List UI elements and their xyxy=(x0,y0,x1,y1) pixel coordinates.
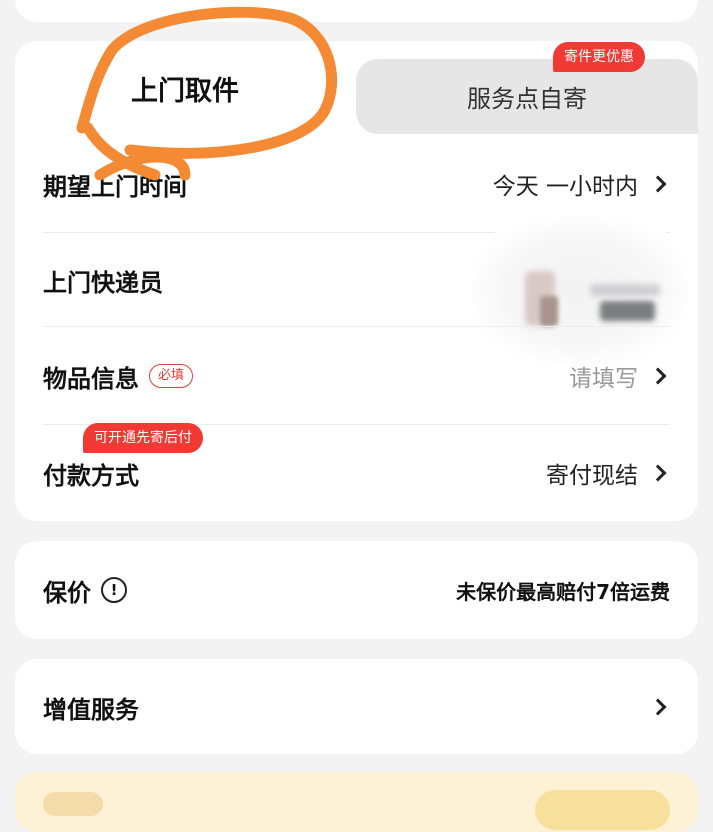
promo-button[interactable] xyxy=(535,790,670,830)
tab-door-pickup[interactable]: 上门取件 xyxy=(15,41,355,136)
previous-card xyxy=(15,0,698,22)
chevron-right-icon xyxy=(649,698,667,716)
self-service-discount-badge: 寄件更优惠 xyxy=(553,42,645,72)
tab-self-service-point[interactable]: 服务点自寄 xyxy=(356,59,698,134)
insurance-card[interactable]: 保价 ! 未保价最高赔付7倍运费 xyxy=(15,541,698,639)
promo-tag xyxy=(43,792,103,816)
payment-method-label: 付款方式 xyxy=(43,461,139,490)
value-added-row[interactable]: 增值服务 xyxy=(43,682,670,732)
value-added-card[interactable]: 增值服务 xyxy=(15,659,698,754)
chevron-right-icon xyxy=(649,464,667,482)
insurance-row[interactable]: 保价 ! 未保价最高赔付7倍运费 xyxy=(43,565,670,615)
payment-method-row[interactable]: 付款方式 寄付现结 xyxy=(43,448,670,498)
pickup-time-label: 期望上门时间 xyxy=(43,172,187,201)
pickup-time-row[interactable]: 期望上门时间 今天 一小时内 xyxy=(43,159,670,209)
divider xyxy=(43,326,670,327)
pay-later-badge: 可开通先寄后付 xyxy=(83,423,203,453)
chevron-right-icon xyxy=(649,367,667,385)
chevron-right-icon xyxy=(649,175,667,193)
payment-method-value: 寄付现结 xyxy=(546,463,638,489)
tab-pickup-label: 上门取件 xyxy=(131,76,239,107)
info-icon[interactable]: ! xyxy=(101,577,127,603)
shipping-options-card: 服务点自寄 上门取件 期望上门时间 今天 一小时内 上门快递员 物品信息 必填 … xyxy=(15,41,698,521)
pickup-time-value: 今天 一小时内 xyxy=(492,174,638,200)
required-tag: 必填 xyxy=(149,364,194,388)
item-info-value: 请填写 xyxy=(569,366,638,392)
insurance-label: 保价 xyxy=(43,578,91,607)
courier-avatar-blurred xyxy=(470,216,690,366)
item-info-label: 物品信息 xyxy=(43,364,139,393)
tab-self-label: 服务点自寄 xyxy=(467,85,587,113)
value-added-label: 增值服务 xyxy=(43,695,139,724)
item-info-row[interactable]: 物品信息 必填 请填写 xyxy=(43,351,670,401)
courier-label: 上门快递员 xyxy=(43,268,163,297)
insurance-value: 未保价最高赔付7倍运费 xyxy=(456,579,670,604)
promo-card xyxy=(15,772,698,832)
